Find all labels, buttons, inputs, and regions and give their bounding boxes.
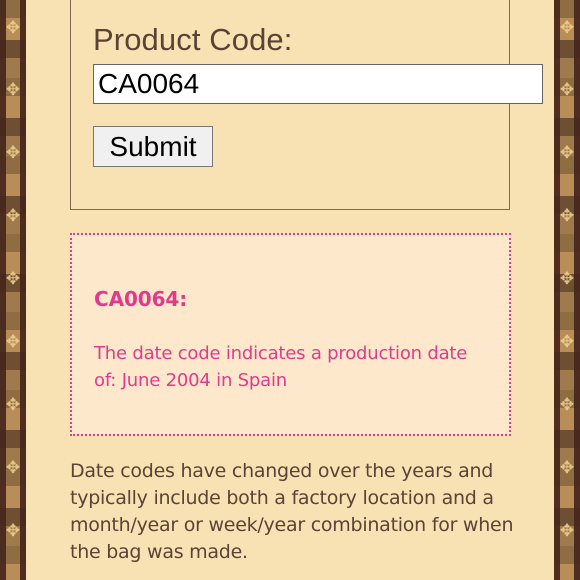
submit-button[interactable]: Submit xyxy=(93,126,213,167)
monogram-pattern-icon: ✥ xyxy=(5,206,21,226)
monogram-pattern-icon: ✥ xyxy=(5,395,21,415)
monogram-pattern-icon: ✥ xyxy=(559,458,575,478)
date-code-explanation: Date codes have changed over the years a… xyxy=(70,460,514,563)
product-code-form: Product Code: Submit xyxy=(70,0,543,210)
right-decorative-pattern: ✥ ✥ ✥ ✥ ✥ ✥ ✥ ✥ ✥ xyxy=(554,0,580,580)
monogram-pattern-icon: ✥ xyxy=(559,18,575,38)
monogram-pattern-icon: ✥ xyxy=(5,458,21,478)
monogram-pattern-icon: ✥ xyxy=(5,143,21,163)
monogram-pattern-icon: ✥ xyxy=(5,80,21,100)
result-code: CA0064: xyxy=(94,287,188,311)
monogram-pattern-icon: ✥ xyxy=(5,332,21,352)
monogram-pattern-icon: ✥ xyxy=(5,18,21,38)
date-code-result: CA0064: The date code indicates a produc… xyxy=(70,233,511,436)
monogram-pattern-icon: ✥ xyxy=(559,395,575,415)
product-code-input[interactable] xyxy=(93,64,543,104)
product-code-label: Product Code: xyxy=(93,22,293,57)
monogram-pattern-icon: ✥ xyxy=(559,143,575,163)
monogram-pattern-icon: ✥ xyxy=(5,269,21,289)
monogram-pattern-icon: ✥ xyxy=(5,521,21,541)
main-content: Product Code: Submit CA0064: The date co… xyxy=(26,0,554,580)
monogram-pattern-icon: ✥ xyxy=(559,269,575,289)
result-message: The date code indicates a production dat… xyxy=(94,343,468,391)
monogram-pattern-icon: ✥ xyxy=(559,80,575,100)
monogram-pattern-icon: ✥ xyxy=(559,332,575,352)
monogram-pattern-icon: ✥ xyxy=(559,206,575,226)
monogram-pattern-icon: ✥ xyxy=(559,521,575,541)
left-decorative-pattern: ✥ ✥ ✥ ✥ ✥ ✥ ✥ ✥ ✥ xyxy=(0,0,26,580)
date-code-page: ✥ ✥ ✥ ✥ ✥ ✥ ✥ ✥ ✥ Product Code: Submit C… xyxy=(0,0,580,580)
